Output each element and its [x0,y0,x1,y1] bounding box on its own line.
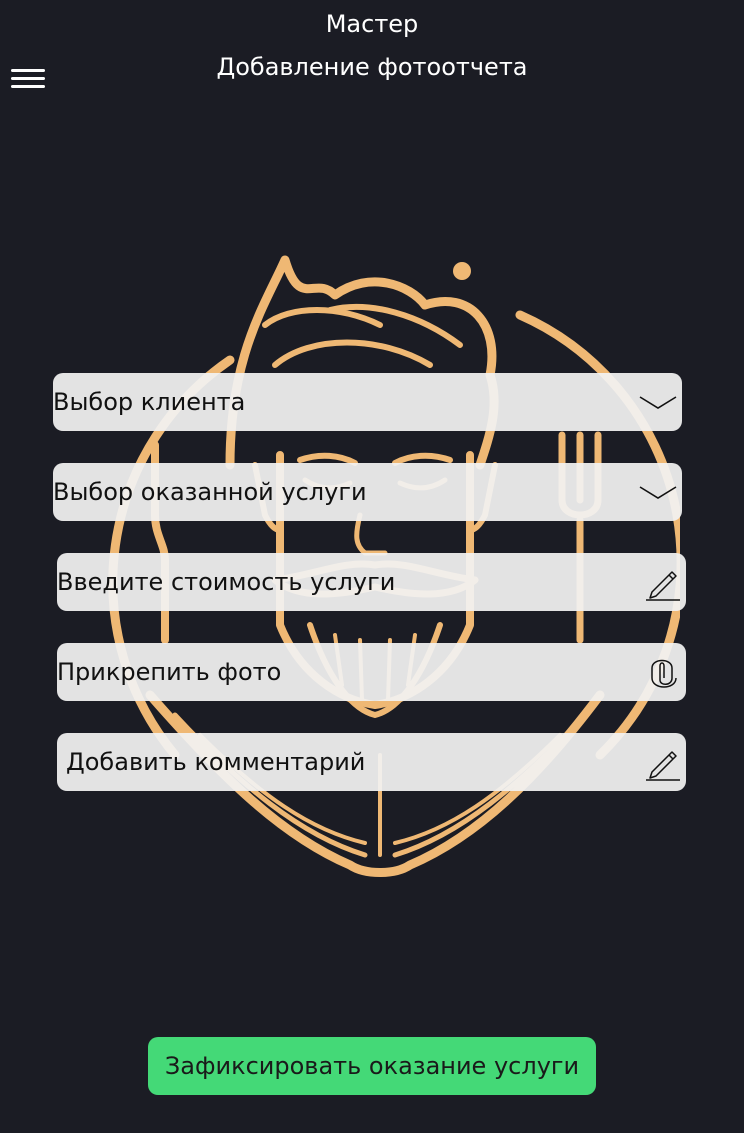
hamburger-menu-icon-line [11,85,45,88]
comment-input-placeholder: Добавить комментарий [66,748,366,776]
submit-service-button[interactable]: Зафиксировать оказание услуги [148,1037,596,1095]
comment-input[interactable]: Добавить комментарий [57,733,686,791]
hamburger-menu-icon-line [11,69,45,72]
pencil-icon [646,751,680,781]
user-role-label: Мастер [325,10,419,38]
price-input[interactable]: Введите стоимость услуги [57,553,686,611]
menu-button[interactable] [10,66,46,92]
service-select-label: Выбор оказанной услуги [53,478,367,506]
price-input-placeholder: Введите стоимость услуги [57,568,396,596]
client-select[interactable]: Выбор клиента [53,373,682,431]
chevron-down-icon [639,486,677,499]
attach-photo-button[interactable]: Прикрепить фото [57,643,686,701]
chevron-down-icon [639,396,677,409]
page-title: Добавление фотоотчета [216,53,528,81]
client-select-label: Выбор клиента [53,388,246,416]
hamburger-menu-icon-line [11,77,45,80]
attach-photo-label: Прикрепить фото [57,658,282,686]
pencil-icon [646,571,680,601]
paperclip-icon [651,659,677,688]
service-select[interactable]: Выбор оказанной услуги [53,463,682,521]
